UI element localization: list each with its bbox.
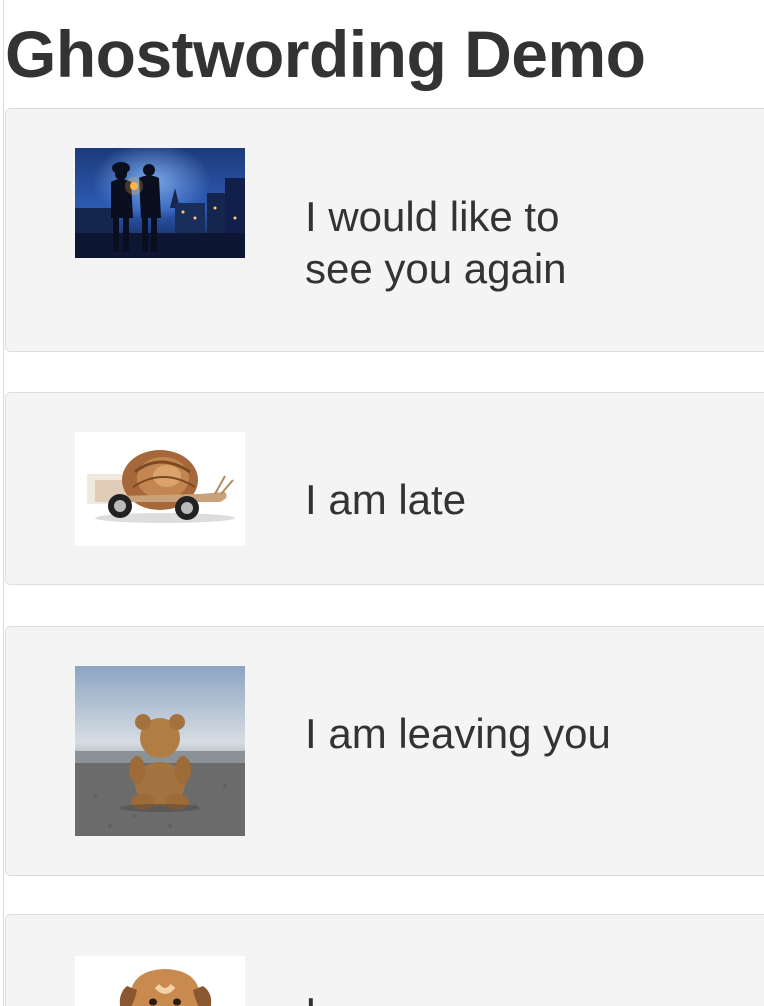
- dog-face-image: [75, 956, 245, 1006]
- teddy-bear-alone-image: [75, 666, 245, 836]
- intention-card-late[interactable]: I am late: [5, 392, 764, 585]
- card-caption: I would like to see you again: [305, 193, 567, 292]
- intention-card-see-you-again[interactable]: I would like to see you again: [5, 108, 764, 352]
- snail-on-wheels-image: [75, 432, 245, 546]
- couple-at-night-image: [75, 148, 245, 258]
- card-caption: I am leaving you: [305, 710, 611, 757]
- left-border: [3, 0, 4, 1006]
- intention-card-4[interactable]: I: [5, 914, 764, 1006]
- card-caption: I: [305, 987, 317, 1006]
- intention-card-leaving[interactable]: I am leaving you: [5, 626, 764, 876]
- page: Ghostwording Demo I would like to see yo…: [0, 0, 764, 1006]
- page-title: Ghostwording Demo: [5, 17, 646, 91]
- card-caption: I am late: [305, 476, 467, 523]
